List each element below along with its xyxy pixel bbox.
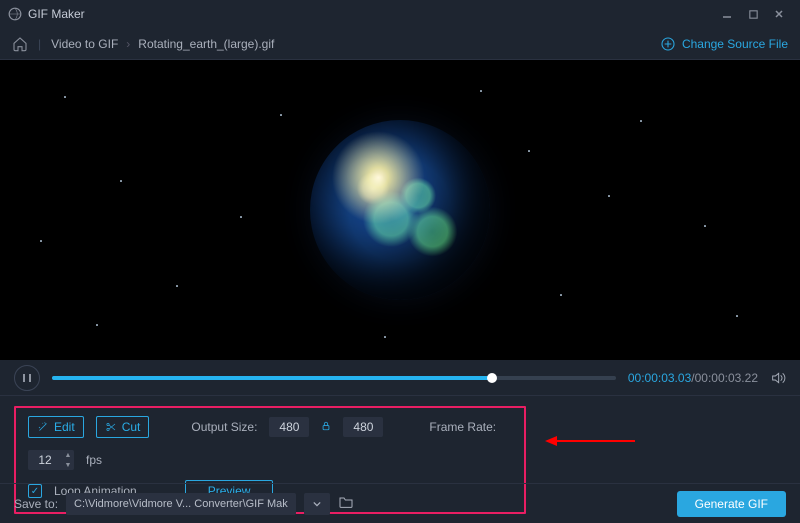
timeline-slider[interactable]	[52, 376, 616, 380]
timeline-handle[interactable]	[487, 373, 497, 383]
arrow-left-icon	[545, 434, 635, 448]
preview-content	[310, 120, 490, 300]
lock-icon	[321, 420, 331, 432]
edit-button[interactable]: Edit	[28, 416, 84, 438]
footer-bar: Save to: Generate GIF	[0, 483, 800, 523]
output-height-input[interactable]	[343, 417, 383, 437]
time-total: /00:00:03.22	[691, 371, 758, 385]
title-bar: GIF Maker	[0, 0, 800, 28]
change-source-file-label: Change Source File	[682, 37, 788, 51]
open-folder-button[interactable]	[338, 495, 354, 512]
close-icon	[773, 8, 785, 20]
playback-bar: 00:00:03.03/00:00:03.22	[0, 360, 800, 396]
chevron-right-icon: ›	[126, 37, 130, 51]
lock-aspect-button[interactable]	[321, 420, 331, 435]
save-to-label: Save to:	[14, 497, 58, 511]
chevron-down-icon	[313, 501, 321, 507]
pause-icon	[22, 373, 32, 383]
volume-button[interactable]	[770, 370, 786, 386]
frame-rate-stepper[interactable]: ▲ ▼	[28, 450, 74, 470]
frame-rate-input[interactable]	[28, 450, 62, 470]
output-size-label: Output Size:	[191, 420, 257, 434]
magic-wand-icon	[37, 421, 49, 433]
cut-button[interactable]: Cut	[96, 416, 150, 438]
app-title: GIF Maker	[8, 7, 85, 21]
save-path-dropdown[interactable]	[304, 493, 330, 515]
save-path-input[interactable]	[66, 493, 296, 515]
breadcrumb-bar: | Video to GIF › Rotating_earth_(large).…	[0, 28, 800, 60]
time-display: 00:00:03.03/00:00:03.22	[628, 371, 758, 385]
preview-canvas	[0, 60, 800, 360]
crumb-video-to-gif[interactable]: Video to GIF	[51, 37, 118, 51]
plus-circle-icon	[660, 36, 676, 52]
app-logo-icon	[8, 7, 22, 21]
minimize-button[interactable]	[714, 4, 740, 24]
frame-rate-up[interactable]: ▲	[62, 450, 74, 460]
annotation-arrow	[545, 434, 635, 448]
frame-rate-unit: fps	[86, 453, 102, 467]
close-button[interactable]	[766, 4, 792, 24]
play-pause-button[interactable]	[14, 365, 40, 391]
breadcrumbs: Video to GIF › Rotating_earth_(large).gi…	[51, 37, 274, 51]
frame-rate-down[interactable]: ▼	[62, 460, 74, 470]
output-width-input[interactable]	[269, 417, 309, 437]
home-icon	[12, 36, 28, 52]
maximize-icon	[748, 9, 759, 20]
minimize-icon	[721, 8, 733, 20]
generate-gif-button[interactable]: Generate GIF	[677, 491, 786, 517]
home-button[interactable]	[12, 36, 28, 52]
timeline-progress	[52, 376, 492, 380]
maximize-button[interactable]	[740, 4, 766, 24]
time-current: 00:00:03.03	[628, 371, 691, 385]
frame-rate-label: Frame Rate:	[429, 420, 496, 434]
change-source-file-button[interactable]: Change Source File	[660, 36, 788, 52]
volume-icon	[770, 370, 786, 386]
folder-icon	[338, 495, 354, 509]
scissors-icon	[105, 421, 117, 433]
crumb-filename[interactable]: Rotating_earth_(large).gif	[138, 37, 274, 51]
app-title-text: GIF Maker	[28, 7, 85, 21]
